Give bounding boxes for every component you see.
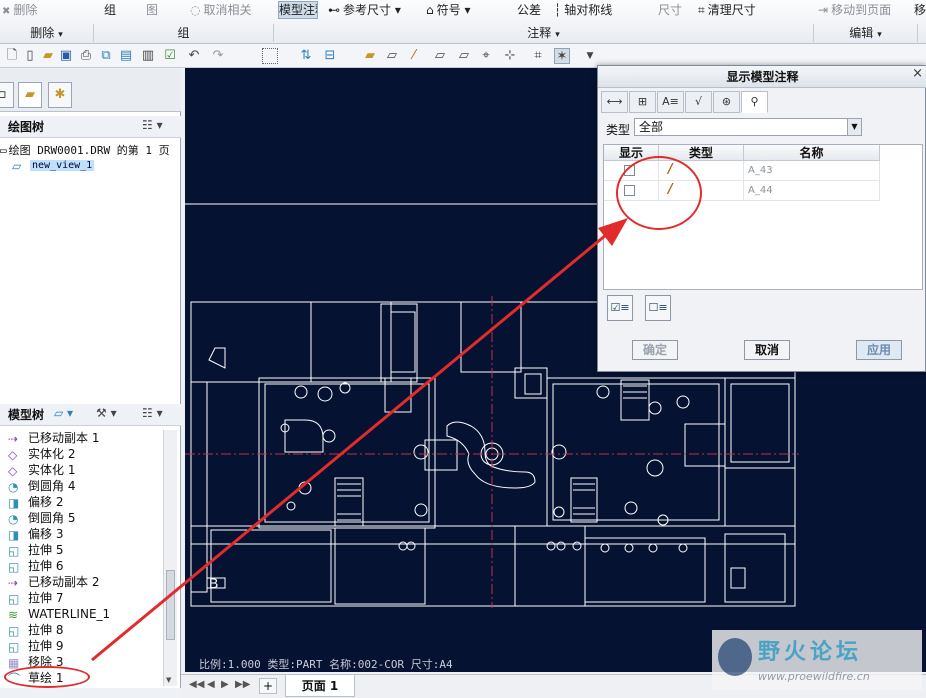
annotation-arrow	[91, 218, 628, 662]
